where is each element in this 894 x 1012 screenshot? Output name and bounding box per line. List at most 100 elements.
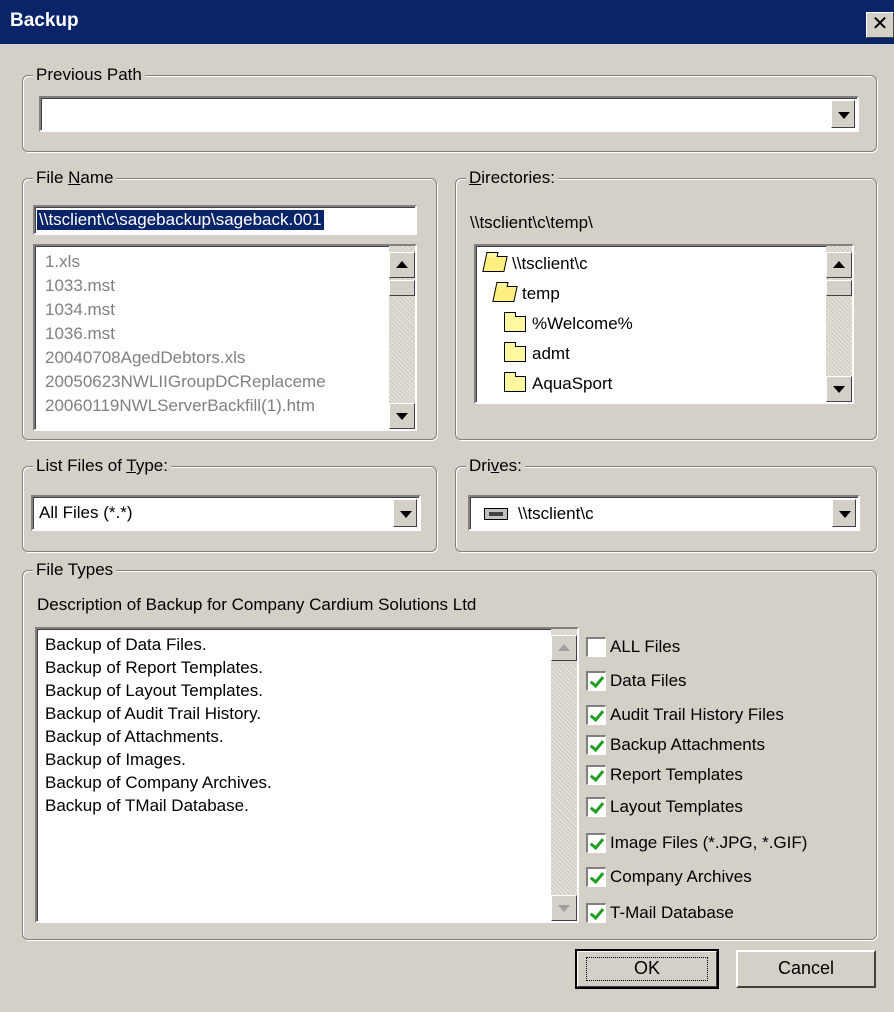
drives-select[interactable]: \\tsclient\c	[468, 495, 860, 531]
checkbox-label: Report Templates	[610, 765, 743, 784]
directory-tree[interactable]: \\tsclient\c temp %Welcome% admt AquaSpo…	[474, 244, 854, 404]
scroll-thumb[interactable]	[389, 280, 415, 296]
checkbox[interactable]	[586, 705, 606, 725]
list-item[interactable]: 20060119NWLServerBackfill(1).htm	[45, 396, 383, 416]
description-line: Backup of TMail Database.	[45, 796, 249, 815]
description-line: Backup of Attachments.	[45, 727, 224, 746]
ok-button[interactable]: OK	[575, 949, 719, 989]
checkbox-report-templates[interactable]: Report Templates	[586, 764, 743, 786]
scroll-up-button[interactable]	[551, 635, 577, 661]
file-type-value: All Files (*.*)	[39, 503, 133, 522]
previous-path-label: Previous Path	[33, 65, 145, 85]
backup-description: Description of Backup for Company Cardiu…	[37, 595, 477, 614]
directory-scrollbar[interactable]	[826, 246, 852, 402]
title-bar: Backup ✕	[0, 0, 894, 44]
file-list[interactable]: 1.xls 1033.mst 1034.mst 1036.mst 2004070…	[33, 244, 417, 431]
directory-label: \\tsclient\c	[512, 254, 588, 273]
checkbox-label: Company Archives	[610, 867, 752, 886]
directory-item[interactable]: temp	[492, 284, 560, 304]
drives-label: Drives:	[466, 456, 525, 476]
description-line: Backup of Layout Templates.	[45, 681, 263, 700]
checkbox[interactable]	[586, 797, 606, 817]
current-directory-path: \\tsclient\c\temp\	[470, 213, 593, 232]
open-folder-icon	[482, 256, 508, 272]
file-type-select[interactable]: All Files (*.*)	[31, 495, 421, 531]
checkbox-data-files[interactable]: Data Files	[586, 670, 687, 692]
directory-item[interactable]: admt	[504, 342, 570, 364]
list-item[interactable]: 1034.mst	[45, 300, 115, 320]
scroll-up-button[interactable]	[389, 252, 415, 278]
open-folder-icon	[492, 286, 518, 302]
scroll-thumb[interactable]	[826, 280, 852, 296]
cancel-button[interactable]: Cancel	[736, 950, 876, 988]
file-name-label: File Name	[33, 168, 117, 188]
description-line: Backup of Images.	[45, 750, 186, 769]
file-type-group: List Files of Type: All Files (*.*)	[22, 456, 437, 552]
network-drive-icon	[484, 508, 508, 520]
checkbox-label: ALL Files	[610, 637, 681, 656]
scroll-up-button[interactable]	[826, 252, 852, 278]
directories-group: Directories: \\tsclient\c\temp\ \\tsclie…	[455, 168, 877, 440]
description-line: Backup of Audit Trail History.	[45, 704, 262, 723]
description-scrollbar[interactable]	[551, 629, 577, 921]
checkbox-layout-templates[interactable]: Layout Templates	[586, 796, 743, 818]
checkbox-label: T-Mail Database	[610, 903, 734, 922]
focus-rect	[586, 957, 708, 981]
checkbox-label: Backup Attachments	[610, 735, 765, 754]
checkbox-label: Layout Templates	[610, 797, 743, 816]
chevron-down-icon[interactable]	[831, 100, 855, 128]
checkbox[interactable]	[586, 903, 606, 923]
file-types-label: File Types	[33, 560, 117, 580]
close-button[interactable]: ✕	[866, 12, 894, 38]
file-type-label: List Files of Type:	[33, 456, 171, 476]
description-line: Backup of Data Files.	[45, 635, 207, 654]
directory-label: temp	[522, 284, 560, 303]
chevron-down-icon[interactable]	[832, 499, 856, 527]
scroll-down-button[interactable]	[389, 403, 415, 429]
checkbox-audit-trail[interactable]: Audit Trail History Files	[586, 704, 784, 726]
list-item[interactable]: 20050623NWLIIGroupDCReplaceme	[45, 372, 383, 392]
checkbox-backup-attachments[interactable]: Backup Attachments	[586, 734, 765, 756]
previous-path-group: Previous Path	[22, 65, 877, 152]
description-line: Backup of Report Templates.	[45, 658, 263, 677]
directory-label: admt	[532, 344, 570, 363]
checkbox-all-files[interactable]: ALL Files	[586, 636, 680, 658]
checkbox-image-files[interactable]: Image Files (*.JPG, *.GIF)	[586, 832, 807, 854]
checkbox[interactable]	[586, 833, 606, 853]
cancel-label: Cancel	[777, 958, 835, 978]
checkbox-label: Image Files (*.JPG, *.GIF)	[610, 833, 808, 852]
window-title: Backup	[10, 10, 79, 31]
drive-label: \\tsclient\c	[518, 504, 594, 523]
file-name-value: \\tsclient\c\sagebackup\sageback.001	[37, 210, 324, 230]
folder-icon	[504, 372, 526, 392]
list-item[interactable]: 1033.mst	[45, 276, 115, 296]
list-item[interactable]: 1036.mst	[45, 324, 115, 344]
file-list-scrollbar[interactable]	[389, 246, 415, 429]
checkbox-tmail-database[interactable]: T-Mail Database	[586, 902, 734, 924]
drives-group: Drives: \\tsclient\c	[455, 456, 877, 552]
file-name-group: File Name \\tsclient\c\sagebackup\sageba…	[22, 168, 437, 440]
scroll-down-button[interactable]	[826, 376, 852, 402]
directories-label: Directories:	[466, 168, 558, 188]
directory-item[interactable]: \\tsclient\c	[482, 254, 588, 274]
checkbox[interactable]	[586, 765, 606, 785]
list-item[interactable]: 1.xls	[45, 252, 80, 272]
directory-label: AquaSport	[532, 374, 613, 393]
list-item[interactable]: 20040708AgedDebtors.xls	[45, 348, 245, 368]
file-name-input[interactable]: \\tsclient\c\sagebackup\sageback.001	[33, 205, 417, 235]
drive-value: \\tsclient\c	[484, 504, 594, 524]
checkbox[interactable]	[586, 637, 606, 657]
checkbox[interactable]	[586, 735, 606, 755]
directory-item[interactable]: AquaSport	[504, 372, 613, 394]
checkbox-label: Audit Trail History Files	[610, 705, 784, 724]
description-line: Backup of Company Archives.	[45, 773, 272, 792]
description-textarea[interactable]: Backup of Data Files. Backup of Report T…	[35, 627, 579, 923]
previous-path-combo[interactable]	[39, 96, 859, 132]
checkbox[interactable]	[586, 671, 606, 691]
chevron-down-icon[interactable]	[393, 499, 417, 527]
close-icon: ✕	[871, 13, 889, 35]
checkbox[interactable]	[586, 867, 606, 887]
checkbox-company-archives[interactable]: Company Archives	[586, 866, 752, 888]
directory-item[interactable]: %Welcome%	[504, 312, 633, 334]
scroll-down-button[interactable]	[551, 895, 577, 921]
